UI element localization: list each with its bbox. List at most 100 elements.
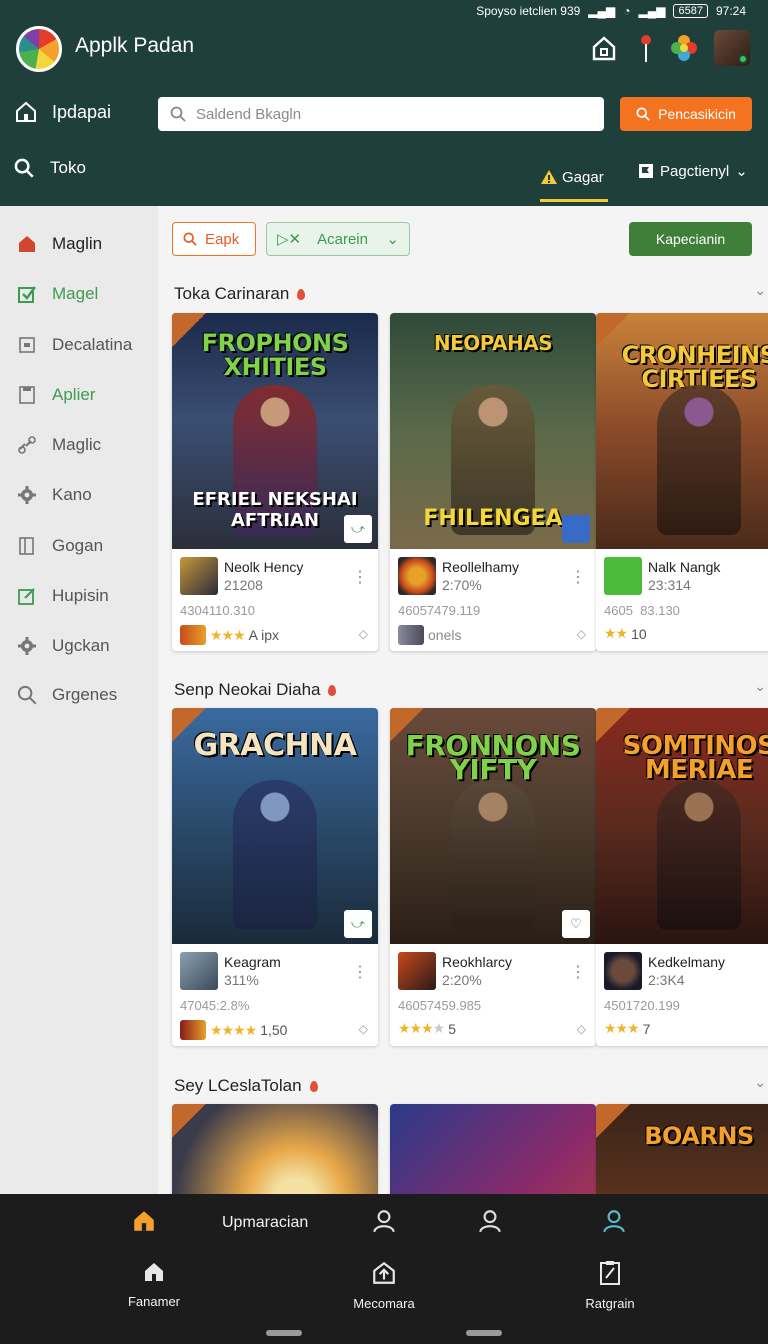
game-stat: 21208 [224,577,263,593]
section-title-text: Sey LCeslaTolan [174,1076,302,1095]
sidebar-item-label: Gogan [52,536,104,555]
gesture-handle[interactable] [266,1330,302,1336]
game-name: Neolk Hency [224,559,304,575]
chevron-down-icon[interactable]: ⌄ [754,282,766,299]
sidebar-item-ugckan[interactable]: Ugckan [0,626,158,666]
toko-search-link[interactable]: Toko [14,158,86,178]
gesture-handle[interactable] [466,1330,502,1336]
search-icon [183,232,197,246]
filter-chip-eapk[interactable]: Eapk [172,222,256,256]
chevron-down-icon[interactable]: ⌄ [754,1074,766,1091]
game-cover: FROPHONS XHITIES EFRIEL NEKSHAI AFTRIAN … [172,313,378,549]
cover-title: FROPHONS XHITIES [201,329,349,381]
user-icon[interactable] [370,1208,398,1234]
game-card[interactable]: SOMTINOS MERIAE Kedkelmany 2:3K4 4501720… [596,708,768,1046]
tab-gagar[interactable]: Gagar [540,152,608,202]
nav-top-label[interactable]: Upmaracian [222,1214,308,1232]
bottom-navigation: Upmaracian Fanamer Mecomara Ratgrain [0,1194,768,1344]
sidebar-item-decalatina[interactable]: Decalatina [0,325,158,365]
home-icon [16,233,38,255]
sidebar-item-magel[interactable]: Magel [0,274,158,314]
home-link[interactable]: Ipdapai [14,100,111,124]
sidebar-item-maglic[interactable]: Maglic [0,425,158,465]
nav-item-mecomara[interactable]: Mecomara [342,1260,426,1311]
section-title: Toka Carinaran [174,284,306,304]
clock: 97:24 [715,4,746,18]
cover-title: SOMTINOS MERIAE [622,731,768,785]
game-card[interactable]: GRACHNA ⤻ Keagram 311% ⋮ 47045:2.8% ★★★★… [172,708,378,1046]
sidebar-item-kano[interactable]: Kano [0,475,158,515]
sidebar-item-gogan[interactable]: Gogan [0,526,158,566]
search-icon [14,158,34,178]
more-icon[interactable]: ⋮ [570,567,586,587]
pin-icon[interactable] [630,32,662,64]
nav-item-ratgrain[interactable]: Ratgrain [574,1260,646,1311]
game-card[interactable]: NEOPAHAS FHILENGEA Reollelhamy 2:70% ⋮ 4… [390,313,596,651]
sidebar-item-grgenes[interactable]: Grgenes [0,675,158,715]
search-icon [636,107,650,121]
game-card[interactable]: FRONNONS YIFTY ♡ Reokhlarcy 2:20% ⋮ 4605… [390,708,596,1046]
game-card[interactable]: FROPHONS XHITIES EFRIEL NEKSHAI AFTRIAN … [172,313,378,651]
search-submit-button[interactable]: Pencasikicin [620,97,752,131]
arrow-icon[interactable]: ⤻ [344,910,372,938]
action-button[interactable]: Kapecianin [629,222,752,256]
edit-icon [16,585,38,607]
home-icon[interactable] [130,1208,158,1234]
ribbon [172,1104,206,1138]
sidebar-item-hupisin[interactable]: Hupisin [0,576,158,616]
pin-icon [309,1080,318,1092]
arrow-icon[interactable]: ⤻ [344,515,372,543]
clipboard-icon [600,1261,620,1285]
flower-icon[interactable] [668,32,700,64]
mini-badge [180,1020,206,1040]
tab-dropdown[interactable]: Pagctienyl ⌄ [638,162,748,180]
mini-badge [180,625,206,645]
search-icon [170,106,186,122]
rating-row: ★★★ 7 [604,1020,650,1037]
game-meta: 4304110.310 [180,603,255,618]
square-icon [16,334,38,356]
game-card[interactable]: CRONHEINS CIRTIEES Nalk Nangk 23:314 460… [596,313,768,651]
game-thumbnail [604,952,642,990]
star-rating: ★★ [604,625,628,641]
game-stat: 2:20% [442,972,482,988]
nav-item-fanamer[interactable]: Fanamer [118,1260,190,1309]
game-stat: 23:314 [648,577,691,593]
badge-icon[interactable] [562,515,590,543]
play-close-icon: ▷✕ [277,231,302,248]
cover-title: FRONNONS YIFTY [405,729,581,786]
main-content: Eapk ▷✕ Acarein ⌄ Kapecianin Toka Carina… [158,206,768,1194]
user-icon[interactable] [476,1208,504,1234]
filter-chip-label: Acarein [317,230,368,248]
game-card[interactable] [172,1104,378,1194]
game-thumbnail [398,557,436,595]
user-active-icon[interactable] [600,1208,628,1234]
rating-text: onels [428,627,462,643]
chevron-down-icon: ⌄ [386,231,399,248]
sidebar-item-aplier[interactable]: Aplier [0,375,158,415]
home-outline-icon[interactable] [588,32,620,64]
search-submit-label: Pencasikicin [658,106,736,122]
nav-label: Fanamer [127,1294,181,1309]
sidebar-item-maglin[interactable]: Maglin [0,224,158,264]
home-link-label: Ipdapai [52,101,112,122]
heart-icon[interactable]: ♡ [562,910,590,938]
more-icon[interactable]: ⋮ [352,962,368,982]
search-input[interactable] [196,105,576,123]
game-name: Kedkelmany [648,954,726,970]
diamond-icon: ◇ [358,1022,368,1036]
game-card[interactable] [390,1104,596,1194]
more-icon[interactable]: ⋮ [570,962,586,982]
more-icon[interactable]: ⋮ [352,567,368,587]
game-card[interactable]: BOARNS [596,1104,768,1194]
rating-text: 7 [642,1020,651,1037]
hero-figure [657,385,741,535]
user-avatar[interactable] [714,30,750,66]
filter-chip-acarein[interactable]: ▷✕ Acarein ⌄ [266,222,410,256]
search-bar[interactable] [158,97,604,131]
home-icon [16,101,36,122]
chevron-down-icon[interactable]: ⌄ [754,678,766,695]
battery-icon: 6587 [673,4,708,18]
gear-icon [16,484,38,506]
section-title: Sey LCeslaTolan [174,1076,318,1096]
